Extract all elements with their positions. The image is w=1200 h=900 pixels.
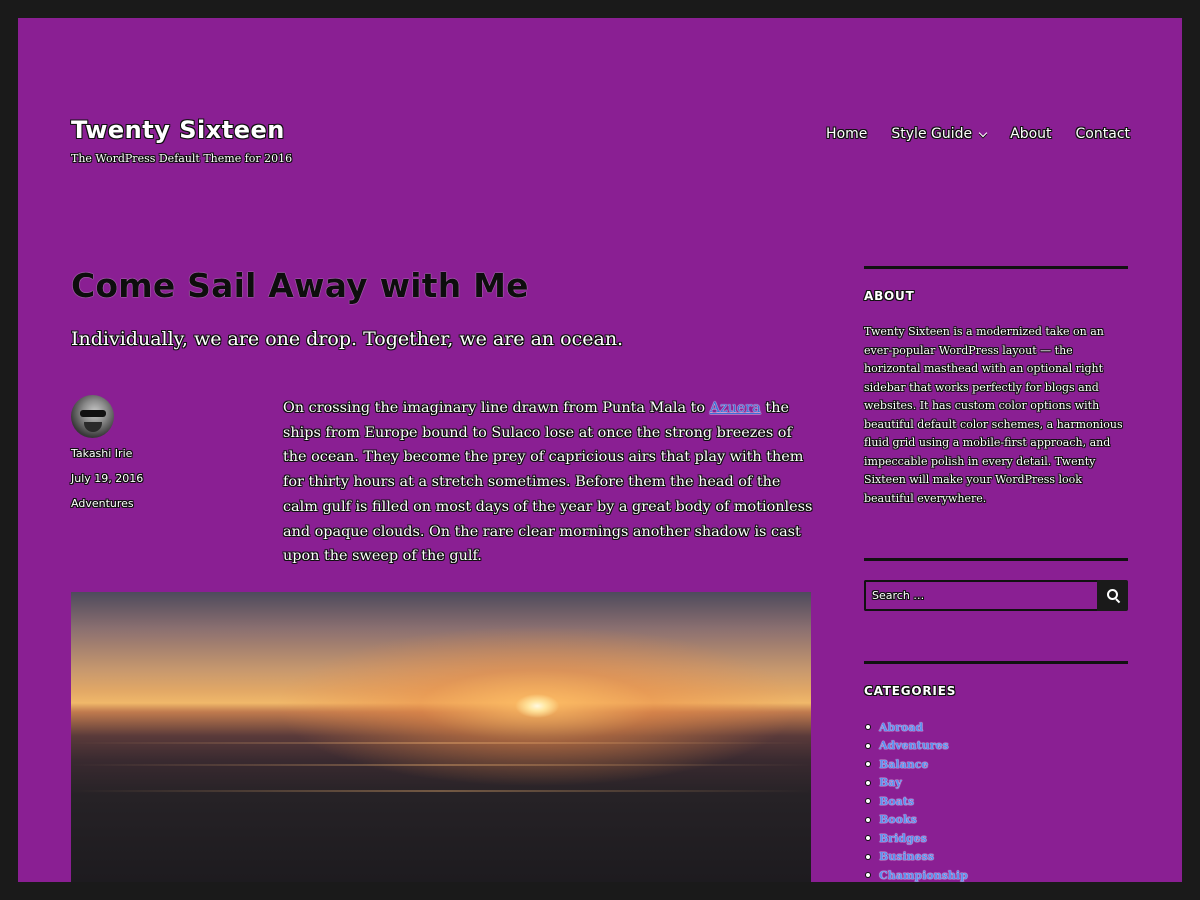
- nav-item-style-guide[interactable]: Style Guide: [891, 126, 988, 142]
- list-item: Books: [864, 811, 968, 830]
- about-widget-text: Twenty Sixteen is a modernized take on a…: [864, 325, 1123, 505]
- search-button[interactable]: [1097, 580, 1128, 611]
- nav-label: Home: [826, 126, 868, 142]
- site-title[interactable]: Twenty Sixteen: [71, 116, 285, 144]
- author-avatar[interactable]: [71, 395, 114, 438]
- about-widget-title: ABOUT: [864, 289, 915, 303]
- nav-item-contact[interactable]: Contact: [1076, 126, 1130, 142]
- category-link[interactable]: Bay: [879, 776, 902, 789]
- wave-highlight: [71, 764, 811, 766]
- chevron-down-icon[interactable]: [978, 128, 988, 137]
- list-item: Adventures: [864, 737, 968, 756]
- site-page: Twenty Sixteen The WordPress Default The…: [18, 18, 1182, 882]
- category-link[interactable]: Balance: [879, 758, 928, 771]
- categories-widget-title: CATEGORIES: [864, 684, 957, 698]
- category-link[interactable]: Abroad: [879, 721, 923, 734]
- category-link[interactable]: Business: [879, 850, 934, 863]
- nav-item-home[interactable]: Home: [826, 126, 867, 142]
- azuera-link[interactable]: Azuera: [710, 400, 761, 416]
- bullet-icon: [866, 873, 870, 878]
- content-text: On crossing the imaginary line drawn fro…: [283, 400, 710, 416]
- search-icon-handle: [1115, 598, 1121, 604]
- widget-divider: [864, 661, 1128, 664]
- list-item: Business: [864, 848, 968, 867]
- list-item: Boats: [864, 792, 968, 811]
- category-link[interactable]: Boats: [879, 795, 914, 808]
- list-item: Bridges: [864, 829, 968, 848]
- post-author[interactable]: Takashi Irie: [71, 447, 132, 460]
- bullet-icon: [866, 780, 870, 785]
- wave-highlight: [71, 742, 811, 744]
- category-link[interactable]: Books: [879, 813, 917, 826]
- category-link[interactable]: Championship: [879, 869, 968, 882]
- widget-divider: [864, 558, 1128, 561]
- category-link[interactable]: Adventures: [879, 739, 949, 752]
- post-subtitle: Individually, we are one drop. Together,…: [71, 328, 624, 350]
- post-title[interactable]: Come Sail Away with Me: [71, 266, 529, 305]
- bullet-icon: [866, 854, 870, 859]
- bullet-icon: [866, 762, 870, 767]
- list-item: Abroad: [864, 718, 968, 737]
- widget-divider: [864, 266, 1128, 269]
- post-date[interactable]: July 19, 2016: [71, 472, 143, 485]
- search-form: Search …: [864, 580, 1128, 611]
- list-item: Balance: [864, 755, 968, 774]
- post-category[interactable]: Adventures: [71, 497, 134, 510]
- nav-label: About: [1010, 126, 1052, 142]
- featured-image-sunset-ocean: [71, 592, 811, 882]
- post-content: On crossing the imaginary line drawn fro…: [283, 396, 813, 569]
- nav-label: Contact: [1075, 126, 1130, 142]
- wave-highlight: [71, 790, 811, 792]
- nav-label: Style Guide: [891, 126, 973, 142]
- beard-shape: [84, 422, 102, 432]
- main-navigation: Home Style Guide About Contact: [826, 126, 1130, 142]
- bullet-icon: [866, 743, 870, 748]
- list-item: Championship: [864, 866, 968, 882]
- bullet-icon: [866, 836, 870, 841]
- sunglasses-shape: [80, 410, 106, 417]
- bullet-icon: [866, 817, 870, 822]
- list-item: Bay: [864, 774, 968, 793]
- category-link[interactable]: Bridges: [879, 832, 927, 845]
- content-text: the ships from Europe bound to Sulaco lo…: [283, 400, 813, 565]
- search-input[interactable]: Search …: [864, 580, 1097, 611]
- site-description: The WordPress Default Theme for 2016: [71, 152, 293, 165]
- bullet-icon: [866, 799, 870, 804]
- bullet-icon: [866, 725, 870, 730]
- nav-item-about[interactable]: About: [1010, 126, 1051, 142]
- categories-list: Abroad Adventures Balance Bay Boats Book…: [864, 718, 968, 882]
